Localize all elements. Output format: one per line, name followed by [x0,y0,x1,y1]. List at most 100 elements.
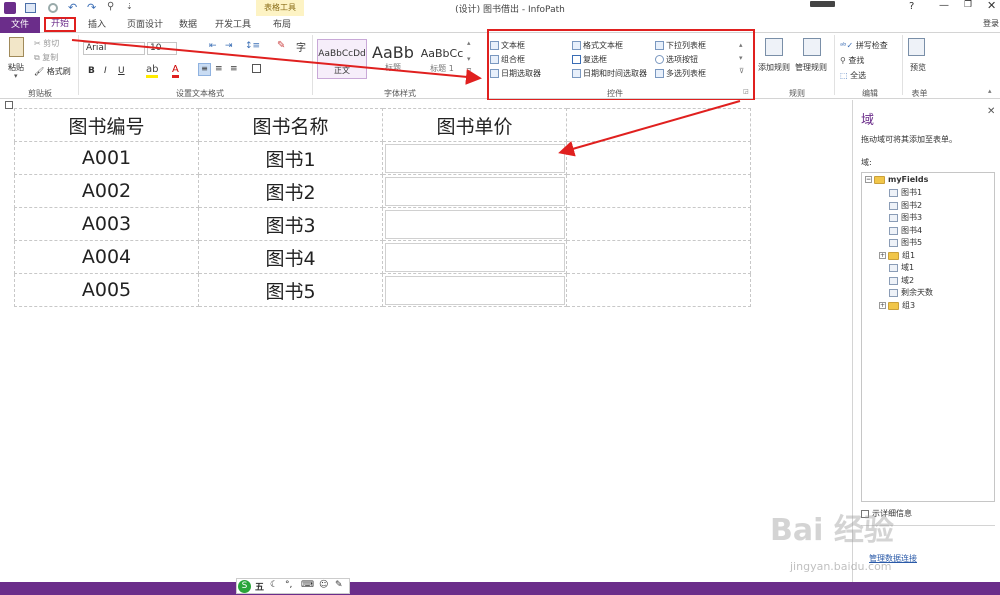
skin-icon[interactable]: ☺ [319,580,328,590]
punctuation-icon[interactable]: °, [285,580,292,590]
redo-icon[interactable]: ↷ [87,1,96,14]
customize-qat-icon[interactable]: ⇣ [126,2,133,11]
styles-more-icon[interactable]: ⊽ [466,67,472,76]
underline-button[interactable]: U [118,66,125,76]
tree-item-field[interactable]: 域2 [889,275,914,286]
line-spacing-icon[interactable]: ↕≡ [245,41,260,51]
style-normal[interactable]: AaBbCcDd 正文 [317,39,367,79]
font-group-label: 设置文本格式 [176,89,224,98]
sogou-icon[interactable]: S [238,580,251,593]
tree-item-field[interactable]: 域1 [889,262,914,273]
paste-icon[interactable] [9,37,24,57]
styles-scroll-down-icon[interactable]: ▾ [467,55,471,63]
price-text-box[interactable] [384,143,565,173]
book-name-cell: 图书5 [198,273,383,307]
font-color-button[interactable]: A [172,64,179,78]
restore-button[interactable]: ❐ [964,0,972,10]
paste-dropdown-icon[interactable]: ▾ [14,72,18,80]
preview-button[interactable]: 预览 [910,62,926,73]
help-icon[interactable]: ? [909,1,914,12]
field-icon [889,188,898,197]
expand-icon[interactable]: + [879,252,886,259]
tab-file[interactable]: 文件 [0,17,40,33]
spell-check-button[interactable]: ᵃᵇ✓ 拼写检查 [840,40,888,51]
ime-mode-label[interactable]: 五 [255,580,264,593]
clear-format-icon[interactable]: ✎ [277,40,285,51]
signin-link[interactable]: 登录 [983,18,999,29]
price-text-box[interactable] [384,209,565,239]
tree-item-field[interactable]: 图书1 [889,187,922,198]
collapse-icon[interactable]: − [865,176,872,183]
expand-icon[interactable]: + [879,302,886,309]
refresh-icon[interactable] [48,3,58,13]
status-bar: S 五 ☾ °, ⌨ ☺ ✎ [0,578,1000,595]
field-icon [889,201,898,210]
copy-button[interactable]: ⧉ 复制 [34,52,58,63]
tab-insert[interactable]: 插入 [81,17,113,33]
find-button[interactable]: ⚲ 查找 [840,55,864,66]
title-bar: ↶ ↷ ⚲ ⇣ 表格工具 (设计) 图书借出 - InfoPath ? — ❐ … [0,0,1000,16]
italic-button[interactable]: I [104,66,107,76]
tab-developer[interactable]: 开发工具 [208,17,258,33]
borders-icon[interactable] [252,64,261,73]
ime-toolbar: S 五 ☾ °, ⌨ ☺ ✎ [236,578,350,594]
styles-scroll-up-icon[interactable]: ▴ [467,39,471,47]
price-text-box[interactable] [384,176,565,206]
tab-layout[interactable]: 布局 [262,17,302,33]
header-cell [566,108,751,142]
style-preview: AaBbCc [420,47,464,60]
table-anchor-icon[interactable] [5,101,13,109]
align-center-icon[interactable]: ≡ [215,64,223,74]
minimize-button[interactable]: — [939,0,949,11]
empty-cell [566,141,751,175]
separator [834,35,835,95]
undo-icon[interactable]: ↶ [68,1,77,14]
bold-button[interactable]: B [88,66,95,76]
increase-indent-icon[interactable]: ⇥ [225,41,233,51]
manage-rules-icon[interactable] [803,38,821,56]
format-painter-button[interactable]: 🖌 格式刷 [34,66,71,77]
tree-item-group[interactable]: + 组1 [879,250,915,261]
price-text-box[interactable] [384,242,565,272]
tree-item-field[interactable]: 图书5 [889,237,922,248]
search-icon[interactable]: ⚲ [107,1,114,12]
keyboard-icon[interactable]: ⌨ [301,580,314,590]
collapse-ribbon-icon[interactable]: ▴ [988,87,992,95]
tree-item-field[interactable]: 图书4 [889,225,922,236]
align-left-icon[interactable]: ≡ [198,63,211,76]
task-pane-close-button[interactable]: ✕ [987,106,995,117]
price-cell [382,207,567,241]
form-table: 图书编号 图书名称 图书单价 A001 图书1 A002 图书2 A003 图书… [14,108,751,307]
tools-icon[interactable]: ✎ [335,580,343,590]
table-header-row: 图书编号 图书名称 图书单价 [14,108,751,142]
tree-item-myfields[interactable]: − myFields [865,175,928,184]
add-rule-button[interactable]: 添加规则 [758,62,790,73]
font-size-select[interactable]: 10 [147,42,177,55]
tree-item-field[interactable]: 图书3 [889,212,922,223]
align-right-icon[interactable]: ≡ [230,64,238,74]
price-cell [382,273,567,307]
moon-icon[interactable]: ☾ [270,580,278,590]
manage-rules-button[interactable]: 管理规则 [795,62,827,73]
add-rule-icon[interactable] [765,38,783,56]
char-spacing-button[interactable]: 字 [296,39,306,54]
table-row: A004 图书4 [14,240,751,274]
highlight-icon[interactable]: ab [146,64,159,78]
tab-data[interactable]: 数据 [172,17,204,33]
style-heading-1[interactable]: AaBbCc 标题 1 [418,39,466,79]
decrease-indent-icon[interactable]: ⇤ [209,41,217,51]
cut-button[interactable]: ✂ 剪切 [34,38,59,49]
tree-item-group[interactable]: + 组3 [879,300,915,311]
preview-icon[interactable] [908,38,925,56]
price-text-box[interactable] [384,275,565,305]
style-heading[interactable]: AaBb 标题 [369,39,417,79]
separator [78,35,79,95]
save-icon[interactable] [25,3,36,13]
font-name-select[interactable]: Arial [83,42,145,55]
select-all-button[interactable]: ⬚ 全选 [840,70,866,81]
close-button[interactable]: ✕ [987,0,996,12]
tree-item-field[interactable]: 图书2 [889,200,922,211]
tree-item-field[interactable]: 剩余天数 [889,287,933,298]
tab-page-design[interactable]: 页面设计 [120,17,170,33]
tab-home[interactable]: 开始 [44,17,76,32]
